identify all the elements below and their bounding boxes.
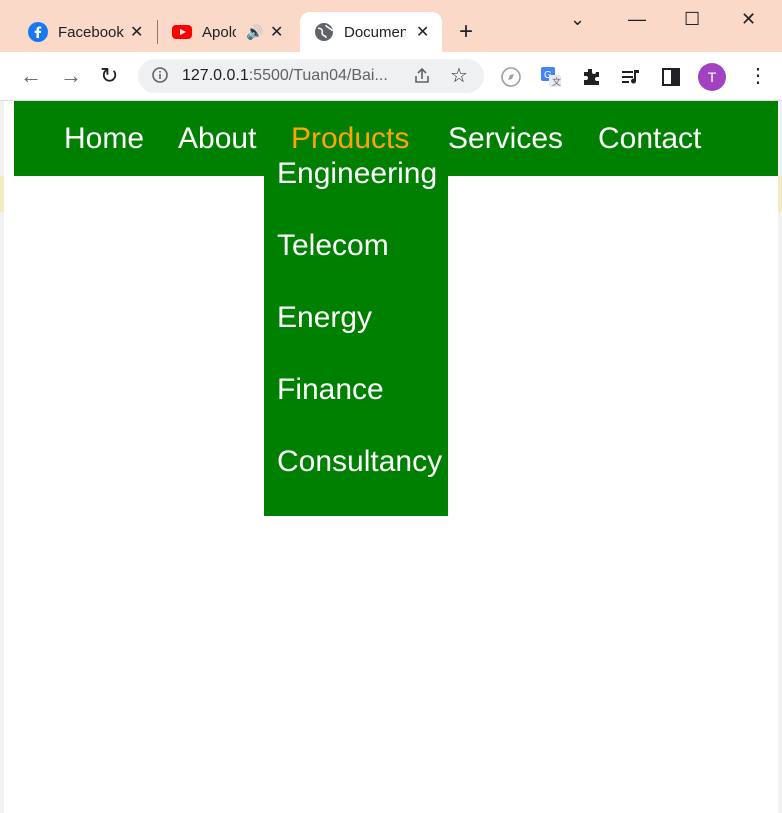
page-viewport: Home About Products Services Contact Eng… [4, 101, 778, 813]
youtube-icon [172, 25, 192, 39]
dropdown-item-consultancy[interactable]: Consultancy [277, 445, 442, 479]
audio-playing-icon[interactable]: 🔊 [246, 24, 263, 41]
site-info-icon[interactable] [152, 67, 168, 83]
share-icon[interactable] [412, 66, 432, 86]
browser-toolbar: ← → ↻ 127.0.0.1:5500/Tuan04/Bai... ☆ G 文 [0, 52, 782, 101]
google-translate-icon[interactable]: G 文 [540, 66, 562, 88]
close-tab-icon[interactable]: ✕ [416, 22, 429, 42]
dropdown-item-energy[interactable]: Energy [277, 301, 372, 335]
tab-separator [157, 20, 158, 44]
back-icon[interactable]: ← [20, 64, 42, 88]
tab-document[interactable]: Document ✕ [300, 12, 442, 52]
products-dropdown: Engineering Telecom Energy Finance Consu… [264, 157, 448, 516]
reload-icon[interactable]: ↻ [100, 64, 118, 88]
nav-products[interactable]: Products [291, 122, 409, 156]
more-menu-icon[interactable]: ⋮ [748, 62, 768, 90]
nav-services[interactable]: Services [448, 122, 563, 156]
dropdown-item-engineering[interactable]: Engineering [277, 157, 437, 191]
url-host: 127.0.0.1 [182, 67, 249, 84]
svg-text:文: 文 [552, 76, 561, 87]
nav-home[interactable]: Home [64, 122, 144, 156]
extensions-puzzle-icon[interactable] [580, 66, 602, 88]
nav-about[interactable]: About [178, 122, 256, 156]
tab-youtube[interactable]: Apolo 🔊 ✕ [162, 12, 297, 52]
tab-title: Facebook [58, 23, 124, 41]
new-tab-button[interactable]: + [459, 20, 473, 44]
close-window-icon[interactable]: ✕ [741, 8, 756, 30]
compass-extension-icon[interactable] [500, 66, 522, 88]
url-path: :5500/Tuan04/Bai... [248, 67, 388, 84]
right-edge [778, 101, 782, 813]
tab-strip: Facebook ✕ Apolo 🔊 ✕ Document ✕ + ⌄ — ☐ … [0, 0, 782, 52]
globe-icon [315, 23, 333, 41]
forward-icon[interactable]: → [60, 64, 82, 88]
bookmark-star-icon[interactable]: ☆ [450, 63, 468, 88]
dropdown-item-telecom[interactable]: Telecom [277, 229, 389, 263]
close-tab-icon[interactable]: ✕ [270, 22, 283, 42]
url-text: 127.0.0.1:5500/Tuan04/Bai... [182, 67, 388, 85]
tab-facebook[interactable]: Facebook ✕ [18, 12, 158, 52]
minimize-icon[interactable]: — [628, 8, 646, 30]
maximize-icon[interactable]: ☐ [684, 8, 700, 30]
nav-contact[interactable]: Contact [598, 122, 701, 156]
address-bar[interactable]: 127.0.0.1:5500/Tuan04/Bai... ☆ [138, 59, 484, 93]
media-queue-icon[interactable] [620, 66, 642, 88]
tab-title: Apolo [202, 23, 236, 41]
dropdown-item-finance[interactable]: Finance [277, 373, 384, 407]
tab-title: Document [344, 23, 406, 41]
tab-search-chevron-down-icon[interactable]: ⌄ [570, 8, 585, 30]
facebook-icon [28, 22, 48, 42]
profile-avatar[interactable]: T [698, 63, 726, 91]
close-tab-icon[interactable]: ✕ [130, 22, 143, 42]
side-panel-icon[interactable] [660, 66, 682, 88]
